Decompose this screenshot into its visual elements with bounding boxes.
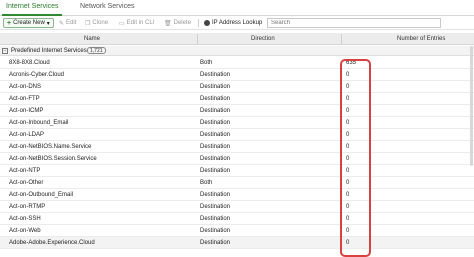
cell-direction: Destination bbox=[200, 156, 231, 162]
cell-direction: Destination bbox=[200, 120, 231, 126]
column-header-direction[interactable]: Direction bbox=[251, 36, 275, 42]
chevron-down-icon: ▾ bbox=[46, 20, 50, 27]
table-row[interactable]: Adobe-Adobe.Experience.Cloud Destination 0 bbox=[0, 237, 474, 249]
cell-name: Act-on-Inbound_Email bbox=[9, 120, 69, 126]
clone-icon: ❐ bbox=[85, 20, 91, 27]
entries-highlight-annotation bbox=[340, 59, 371, 257]
terminal-icon: ▭ bbox=[119, 20, 125, 27]
cell-name: Act-on-DNS bbox=[9, 84, 42, 90]
cell-direction: Destination bbox=[200, 216, 231, 222]
table-body: 8X8-8X8.Cloud Both 635 Acronis-Cyber.Cloud… bbox=[0, 57, 474, 249]
table-row[interactable]: Act-on-SSH Destination 0 bbox=[0, 213, 474, 225]
cell-name: 8X8-8X8.Cloud bbox=[9, 60, 50, 66]
table-row[interactable]: Act-on-DNS Destination 0 bbox=[0, 81, 474, 93]
cell-name: Act-on-RTMP bbox=[9, 204, 46, 210]
trash-icon: 🗑 bbox=[164, 20, 172, 27]
delete-button[interactable]: 🗑 Delete bbox=[164, 18, 191, 28]
cell-name: Act-on-Outbound_Email bbox=[9, 192, 74, 198]
group-row[interactable]: − Predefined Internet Services 1,721 bbox=[0, 46, 474, 56]
column-divider bbox=[341, 34, 342, 44]
cell-direction: Destination bbox=[200, 168, 231, 174]
cell-name: Act-on-Other bbox=[9, 180, 44, 186]
delete-label: Delete bbox=[173, 20, 191, 26]
table-row[interactable]: Act-on-NTP Destination 0 bbox=[0, 165, 474, 177]
table-row[interactable]: Act-on-RTMP Destination 0 bbox=[0, 201, 474, 213]
pencil-icon: ✎ bbox=[59, 20, 65, 27]
tab-network-services[interactable]: Network Services bbox=[80, 3, 134, 10]
globe-icon bbox=[204, 20, 210, 26]
group-count-badge: 1,721 bbox=[87, 47, 106, 54]
cell-name: Act-on-NetBIOS.Name.Service bbox=[9, 144, 92, 150]
edit-button[interactable]: ✎ Edit bbox=[59, 18, 76, 28]
column-header-entries[interactable]: Number of Entries bbox=[397, 36, 445, 42]
toolbar: + Create New ▾ ✎ Edit ❐ Clone ▭ Edit in … bbox=[0, 16, 474, 30]
cell-direction: Destination bbox=[200, 96, 231, 102]
cell-direction: Destination bbox=[200, 84, 231, 90]
cell-name: Act-on-SSH bbox=[9, 216, 41, 222]
cell-name: Act-on-Web bbox=[9, 228, 41, 234]
table-row[interactable]: Act-on-ICMP Destination 0 bbox=[0, 105, 474, 117]
table-row[interactable]: Act-on-LDAP Destination 0 bbox=[0, 129, 474, 141]
table-row[interactable]: 8X8-8X8.Cloud Both 635 bbox=[0, 57, 474, 69]
edit-in-cli-label: Edit in CLI bbox=[126, 20, 155, 26]
cell-direction: Destination bbox=[200, 144, 231, 150]
cell-name: Act-on-FTP bbox=[9, 96, 40, 102]
table-row[interactable]: Acronis-Cyber.Cloud Destination 0 bbox=[0, 69, 474, 81]
cell-direction: Both bbox=[200, 180, 213, 186]
tab-internet-services[interactable]: Internet Services bbox=[6, 3, 59, 10]
scrollbar[interactable] bbox=[470, 46, 473, 166]
collapse-icon[interactable]: − bbox=[2, 48, 8, 54]
group-label: Predefined Internet Services bbox=[11, 48, 87, 54]
cell-name: Act-on-NTP bbox=[9, 168, 41, 174]
toolbar-divider bbox=[198, 19, 199, 27]
cell-direction: Destination bbox=[200, 132, 231, 138]
column-header-name[interactable]: Name bbox=[84, 36, 100, 42]
edit-in-cli-button[interactable]: ▭ Edit in CLI bbox=[119, 18, 154, 28]
plus-icon: + bbox=[7, 19, 12, 27]
search-input[interactable] bbox=[267, 18, 441, 28]
table-row[interactable]: Act-on-Other Both 0 bbox=[0, 177, 474, 189]
clone-button[interactable]: ❐ Clone bbox=[85, 18, 108, 28]
cell-direction: Destination bbox=[200, 240, 231, 246]
cell-direction: Destination bbox=[200, 228, 231, 234]
column-divider bbox=[197, 34, 198, 44]
table-row[interactable]: Act-on-NetBIOS.Name.Service Destination 0 bbox=[0, 141, 474, 153]
table-row[interactable]: Act-on-NetBIOS.Session.Service Destinatio… bbox=[0, 153, 474, 165]
create-new-button[interactable]: + Create New ▾ bbox=[3, 18, 54, 28]
ip-address-lookup-label: IP Address Lookup bbox=[212, 20, 263, 26]
ip-address-lookup-button[interactable]: IP Address Lookup bbox=[204, 18, 262, 28]
clone-label: Clone bbox=[92, 20, 109, 26]
table-header: Name Direction Number of Entries bbox=[0, 33, 474, 45]
cell-direction: Destination bbox=[200, 204, 231, 210]
tab-bar: Internet Services Network Services bbox=[0, 0, 474, 16]
table-row[interactable]: Act-on-FTP Destination 0 bbox=[0, 93, 474, 105]
table-row[interactable]: Act-on-Inbound_Email Destination 0 bbox=[0, 117, 474, 129]
cell-direction: Both bbox=[200, 60, 213, 66]
edit-label: Edit bbox=[66, 20, 77, 26]
table-row[interactable]: Act-on-Outbound_Email Destination 0 bbox=[0, 189, 474, 201]
cell-direction: Destination bbox=[200, 72, 231, 78]
create-new-label: Create New bbox=[13, 20, 45, 26]
cell-name: Act-on-NetBIOS.Session.Service bbox=[9, 156, 97, 162]
cell-name: Act-on-LDAP bbox=[9, 132, 45, 138]
cell-name: Acronis-Cyber.Cloud bbox=[9, 72, 65, 78]
cell-name: Act-on-ICMP bbox=[9, 108, 44, 114]
cell-direction: Destination bbox=[200, 192, 231, 198]
cell-direction: Destination bbox=[200, 108, 231, 114]
cell-name: Adobe-Adobe.Experience.Cloud bbox=[9, 240, 95, 246]
table-row[interactable]: Act-on-Web Destination 0 bbox=[0, 225, 474, 237]
